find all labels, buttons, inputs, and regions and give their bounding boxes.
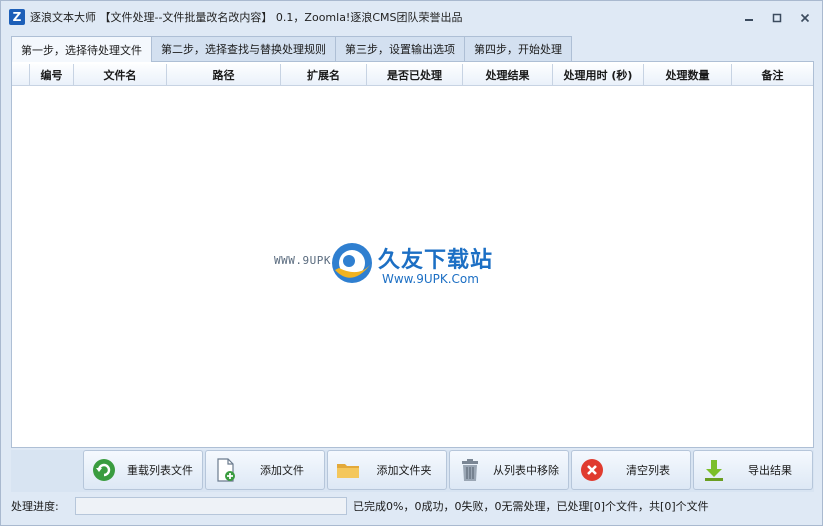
clear-icon (578, 456, 606, 484)
tab-step1-select-files[interactable]: 第一步，选择待处理文件 (11, 36, 152, 62)
tab-step3-output[interactable]: 第三步，设置输出选项 (335, 36, 465, 61)
folder-icon (334, 456, 362, 484)
column-header-processed[interactable]: 是否已处理 (367, 64, 463, 86)
column-header-count[interactable]: 处理数量 (644, 64, 732, 86)
column-header-extension[interactable]: 扩展名 (281, 64, 367, 86)
add-folder-button[interactable]: 添加文件夹 (327, 450, 447, 490)
remove-from-list-button[interactable]: 从列表中移除 (449, 450, 569, 490)
column-header-number[interactable]: 编号 (30, 64, 74, 86)
refresh-icon (90, 456, 118, 484)
action-toolbar: 重载列表文件 添加文件 添加文件夹 从列表中移除 清空列表 导出结果 (11, 450, 814, 492)
export-results-button[interactable]: 导出结果 (693, 450, 813, 490)
add-folder-label: 添加文件夹 (376, 464, 432, 477)
close-button[interactable] (794, 9, 816, 27)
download-icon (700, 456, 728, 484)
tab-label: 第一步，选择待处理文件 (21, 43, 142, 57)
maximize-button[interactable] (766, 9, 788, 27)
app-window: Z 逐浪文本大师 【文件处理--文件批量改名改内容】 0.1，Zoomla!逐浪… (0, 0, 823, 526)
maximize-icon (772, 13, 782, 23)
row-indicator-header (12, 64, 30, 86)
status-summary: 已完成0%，0成功，0失败，0无需处理，已处理[0]个文件，共[0]个文件 (353, 500, 709, 513)
window-controls (738, 9, 816, 27)
reload-list-button[interactable]: 重载列表文件 (83, 450, 203, 490)
app-logo-icon: Z (9, 8, 25, 25)
grid-header: 编号 文件名 路径 扩展名 是否已处理 处理结果 处理用时 (秒) 处理数量 备… (12, 64, 813, 86)
column-header-path[interactable]: 路径 (167, 64, 281, 86)
file-list-panel: 编号 文件名 路径 扩展名 是否已处理 处理结果 处理用时 (秒) 处理数量 备… (11, 61, 814, 448)
column-header-time[interactable]: 处理用时 (秒) (553, 64, 644, 86)
tab-step4-start[interactable]: 第四步，开始处理 (464, 36, 572, 61)
add-file-label: 添加文件 (260, 464, 304, 477)
window-title: 逐浪文本大师 【文件处理--文件批量改名改内容】 0.1，Zoomla!逐浪CM… (30, 10, 463, 24)
column-header-result[interactable]: 处理结果 (463, 64, 553, 86)
clear-list-label: 清空列表 (626, 464, 670, 477)
tab-label: 第四步，开始处理 (474, 43, 562, 56)
add-file-button[interactable]: 添加文件 (205, 450, 325, 490)
reload-list-label: 重载列表文件 (127, 464, 193, 477)
minimize-icon (745, 19, 753, 21)
column-header-notes[interactable]: 备注 (732, 64, 813, 86)
trash-icon (456, 456, 484, 484)
column-header-filename[interactable]: 文件名 (74, 64, 167, 86)
tab-step2-rules[interactable]: 第二步，选择查找与替换处理规则 (151, 36, 336, 61)
remove-from-list-label: 从列表中移除 (493, 464, 559, 477)
step-tabs: 第一步，选择待处理文件 第二步，选择查找与替换处理规则 第三步，设置输出选项 第… (11, 36, 572, 62)
title-bar[interactable]: Z 逐浪文本大师 【文件处理--文件批量改名改内容】 0.1，Zoomla!逐浪… (1, 1, 822, 32)
minimize-button[interactable] (738, 9, 760, 27)
progress-bar (75, 497, 347, 515)
status-bar: 处理进度: 已完成0%，0成功，0失败，0无需处理，已处理[0]个文件，共[0]… (5, 495, 820, 517)
export-results-label: 导出结果 (748, 464, 792, 477)
clear-list-button[interactable]: 清空列表 (571, 450, 691, 490)
add-file-icon (212, 456, 240, 484)
grid-body[interactable] (12, 87, 813, 447)
progress-label: 处理进度: (11, 500, 59, 513)
tab-label: 第三步，设置输出选项 (345, 43, 455, 56)
tab-label: 第二步，选择查找与替换处理规则 (161, 43, 326, 56)
close-icon (800, 13, 810, 23)
